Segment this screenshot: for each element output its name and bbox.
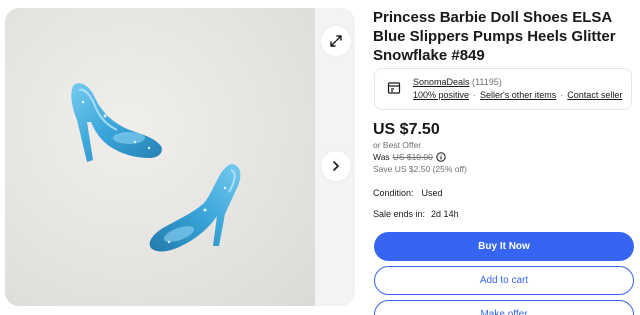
seller-other-items-link[interactable]: Seller's other items bbox=[480, 90, 556, 100]
add-to-cart-button[interactable]: Add to cart bbox=[374, 266, 634, 295]
seller-positive-link[interactable]: 100% positive bbox=[413, 90, 469, 100]
next-image-button[interactable] bbox=[321, 151, 351, 181]
was-label: Was bbox=[373, 152, 390, 162]
store-icon bbox=[387, 82, 401, 94]
best-offer-note: or Best Offer bbox=[373, 140, 422, 150]
sale-ends-label: Sale ends in: bbox=[373, 209, 426, 219]
item-price: US $7.50 bbox=[373, 121, 440, 138]
contact-seller-link[interactable]: Contact seller bbox=[567, 90, 622, 100]
buy-it-now-button[interactable]: Buy It Now bbox=[374, 232, 634, 261]
make-offer-button[interactable]: Make offer bbox=[374, 300, 634, 315]
shoe-image-left bbox=[71, 83, 162, 162]
seller-links: 100% positive · Seller's other items · Conta… bbox=[413, 90, 623, 100]
seller-feedback-count: (11195) bbox=[472, 77, 502, 87]
info-icon[interactable] bbox=[436, 152, 446, 162]
seller-card: SonomaDeals (11195) 100% positive · Seller… bbox=[374, 68, 632, 110]
was-price-line: Was US $10.00 bbox=[373, 152, 446, 162]
condition-row: Condition: Used bbox=[373, 188, 443, 198]
sale-ends-value: 2d 14h bbox=[431, 209, 459, 219]
item-page: Princess Barbie Doll Shoes ELSA Blue Sli… bbox=[0, 0, 640, 315]
expand-button[interactable] bbox=[321, 26, 351, 56]
expand-icon bbox=[330, 35, 342, 47]
shoe-image-right bbox=[149, 164, 241, 252]
seller-name-link[interactable]: SonomaDeals bbox=[413, 77, 470, 87]
image-gallery bbox=[5, 8, 355, 306]
chevron-right-icon bbox=[333, 161, 339, 171]
item-title: Princess Barbie Doll Shoes ELSA Blue Sli… bbox=[373, 9, 616, 64]
savings-note: Save US $2.50 (25% off) bbox=[373, 164, 467, 174]
condition-value: Used bbox=[421, 188, 443, 198]
condition-label: Condition: bbox=[373, 188, 414, 198]
seller-name-line: SonomaDeals (11195) bbox=[413, 77, 502, 87]
was-price: US $10.00 bbox=[392, 152, 433, 162]
product-photo[interactable] bbox=[5, 8, 315, 306]
sale-ends-row: Sale ends in: 2d 14h bbox=[373, 209, 459, 219]
